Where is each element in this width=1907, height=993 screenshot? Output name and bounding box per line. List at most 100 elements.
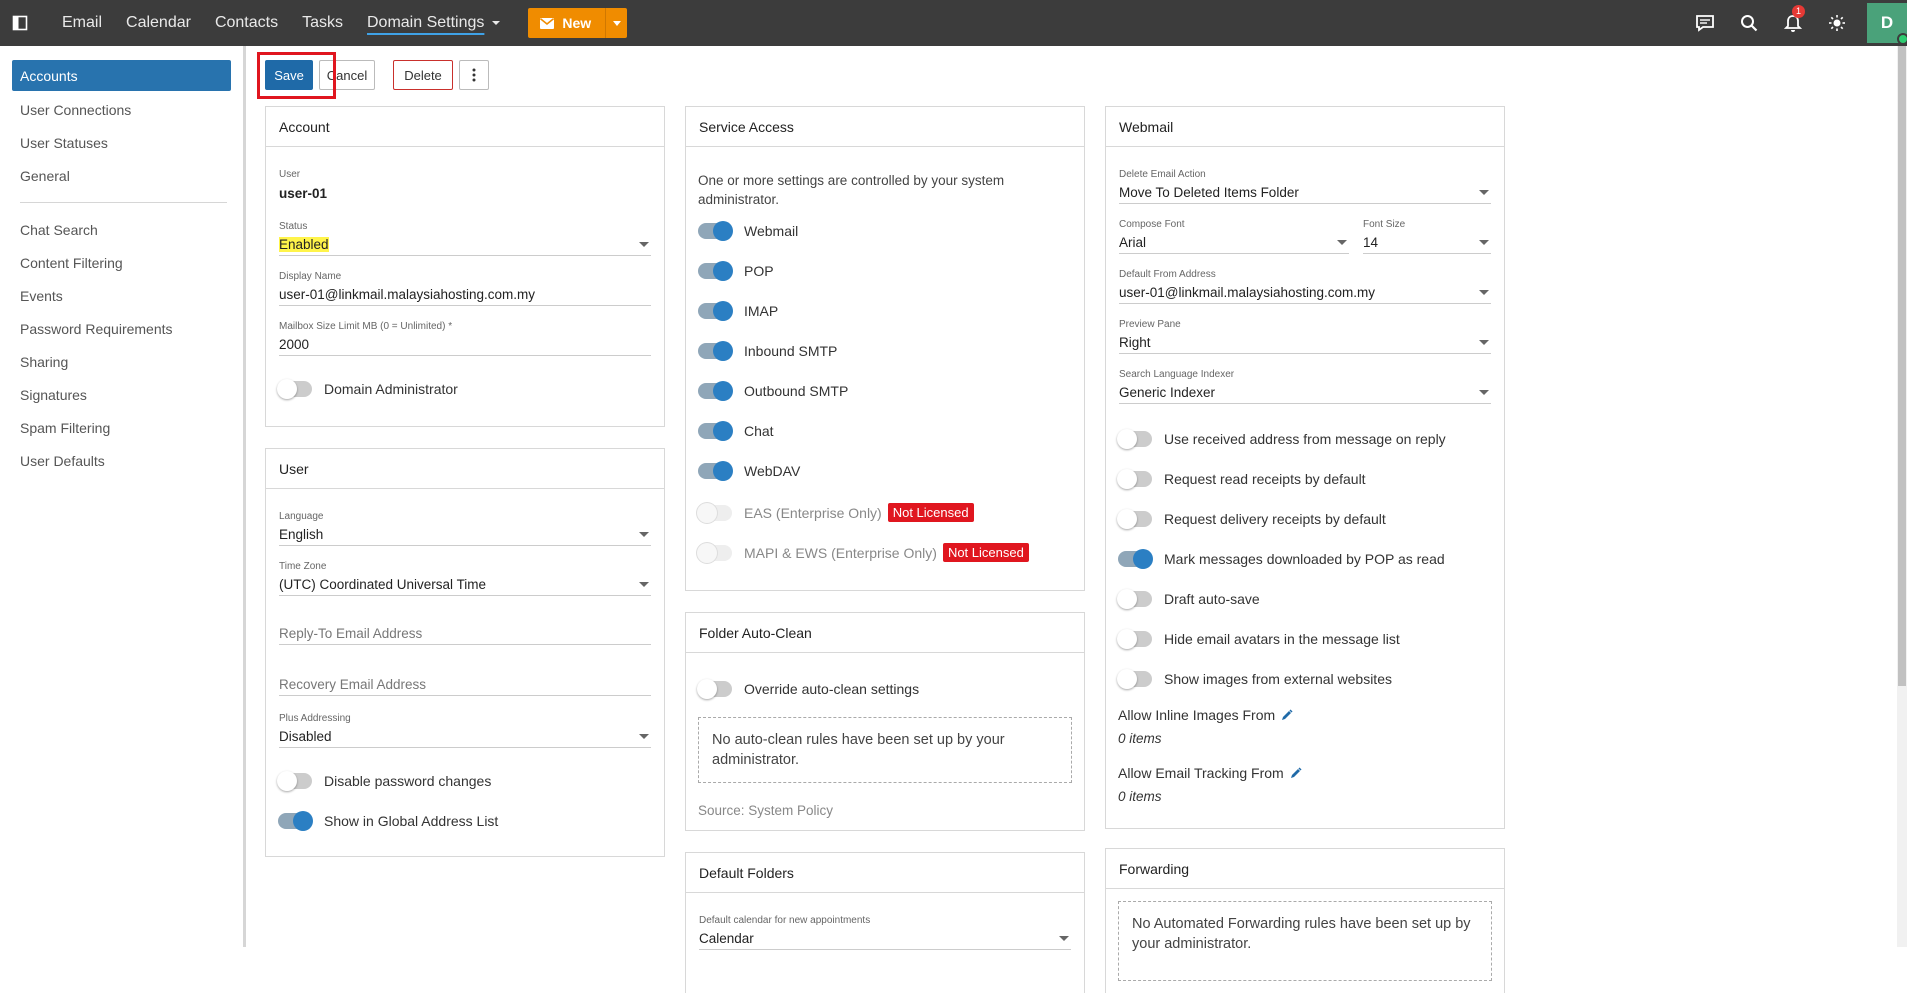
webmail-toggle-row[interactable]: Mark messages downloaded by POP as read [1118,549,1445,569]
recovery-email-input[interactable]: Recovery Email Address [279,674,651,696]
timezone-field[interactable]: Time Zone (UTC) Coordinated Universal Ti… [279,561,651,596]
sidebar-item-user-statuses[interactable]: User Statuses [12,126,231,159]
display-name-input[interactable]: user-01@linkmail.malaysiahosting.com.my [279,284,651,306]
default-from-select[interactable]: user-01@linkmail.malaysiahosting.com.my [1119,282,1491,304]
service-row-imap[interactable]: IMAP [698,301,778,321]
imap-toggle[interactable] [698,301,733,321]
reply-to-field[interactable]: Reply-To Email Address [279,623,651,645]
mailbox-size-input[interactable]: 2000 [279,334,651,356]
recovery-email-field[interactable]: Recovery Email Address [279,674,651,696]
service-row-chat[interactable]: Chat [698,421,774,441]
sidebar-item-general[interactable]: General [12,159,231,192]
pop-mark-read-toggle[interactable] [1118,549,1153,569]
scrollbar-thumb[interactable] [1898,46,1906,686]
external-images-toggle[interactable] [1117,669,1152,689]
page-scrollbar[interactable] [1897,46,1907,947]
compose-font-select[interactable]: Arial [1119,232,1349,254]
default-calendar-field[interactable]: Default calendar for new appointments Ca… [699,915,1071,950]
webmail-toggle-row[interactable]: Request read receipts by default [1117,469,1366,489]
status-select[interactable]: Enabled [279,234,651,256]
domain-admin-toggle[interactable] [277,379,312,399]
language-select[interactable]: English [279,524,651,546]
nav-calendar[interactable]: Calendar [114,0,203,46]
service-row-outbound-smtp[interactable]: Outbound SMTP [698,381,848,401]
new-dropdown-button[interactable] [605,8,627,38]
font-size-field[interactable]: Font Size 14 [1363,219,1491,254]
sidebar-item-spam-filtering[interactable]: Spam Filtering [12,411,231,444]
display-name-field[interactable]: Display Name user-01@linkmail.malaysiaho… [279,271,651,306]
sidebar-item-chat-search[interactable]: Chat Search [12,213,231,246]
sidebar-item-password-requirements[interactable]: Password Requirements [12,312,231,345]
webmail-toggle-row[interactable]: Request delivery receipts by default [1117,509,1386,529]
notifications-bell-icon[interactable]: 1 [1771,0,1815,46]
sidebar-toggle-icon[interactable] [0,0,40,46]
show-gal-toggle[interactable] [278,811,313,831]
domain-admin-label: Domain Administrator [324,381,458,397]
default-from-field[interactable]: Default From Address user-01@linkmail.ma… [1119,269,1491,304]
webmail-toggle[interactable] [698,221,733,241]
chat-icon[interactable] [1683,0,1727,46]
service-row-pop[interactable]: POP [698,261,774,281]
sidebar-item-signatures[interactable]: Signatures [12,378,231,411]
sidebar-item-accounts[interactable]: Accounts [12,60,231,91]
delete-button[interactable]: Delete [393,60,453,90]
nav-tasks[interactable]: Tasks [290,0,355,46]
delete-action-select[interactable]: Move To Deleted Items Folder [1119,182,1491,204]
chat-toggle[interactable] [698,421,733,441]
sidebar-item-events[interactable]: Events [12,279,231,312]
default-folders-card: Default Folders Default calendar for new… [685,852,1085,993]
override-auto-clean-row[interactable]: Override auto-clean settings [697,679,919,699]
delete-action-field[interactable]: Delete Email Action Move To Deleted Item… [1119,169,1491,204]
timezone-select[interactable]: (UTC) Coordinated Universal Time [279,574,651,596]
theme-sun-icon[interactable] [1815,0,1859,46]
pencil-edit-icon[interactable] [1281,709,1293,721]
language-field[interactable]: Language English [279,511,651,546]
preview-pane-field[interactable]: Preview Pane Right [1119,319,1491,354]
inbound-smtp-toggle[interactable] [698,341,733,361]
more-options-button[interactable] [459,60,489,90]
plus-addressing-field[interactable]: Plus Addressing Disabled [279,713,651,748]
service-row-webmail[interactable]: Webmail [698,221,798,241]
disable-password-toggle[interactable] [277,771,312,791]
sidebar-item-content-filtering[interactable]: Content Filtering [12,246,231,279]
search-indexer-select[interactable]: Generic Indexer [1119,382,1491,404]
status-field[interactable]: Status Enabled [279,221,651,256]
domain-admin-toggle-row[interactable]: Domain Administrator [277,379,458,399]
webmail-toggle-row[interactable]: Draft auto-save [1117,589,1260,609]
outbound-smtp-toggle[interactable] [698,381,733,401]
pencil-edit-icon[interactable] [1290,767,1302,779]
service-row-webdav[interactable]: WebDAV [698,461,800,481]
draft-autosave-toggle[interactable] [1117,589,1152,609]
nav-domain-settings[interactable]: Domain Settings [355,0,512,46]
new-button[interactable]: New [528,8,628,38]
mailbox-size-field[interactable]: Mailbox Size Limit MB (0 = Unlimited) * … [279,321,651,356]
webmail-toggle-row[interactable]: Hide email avatars in the message list [1117,629,1400,649]
override-auto-clean-toggle[interactable] [697,679,732,699]
pop-toggle[interactable] [698,261,733,281]
webdav-toggle[interactable] [698,461,733,481]
sidebar-item-user-defaults[interactable]: User Defaults [12,444,231,477]
webmail-toggle-row[interactable]: Use received address from message on rep… [1117,429,1446,449]
new-button-main[interactable]: New [528,8,605,38]
disable-password-row[interactable]: Disable password changes [277,771,491,791]
search-indexer-field[interactable]: Search Language Indexer Generic Indexer [1119,369,1491,404]
webmail-toggle-row[interactable]: Show images from external websites [1117,669,1392,689]
nav-email[interactable]: Email [50,0,114,46]
sidebar-item-sharing[interactable]: Sharing [12,345,231,378]
user-avatar[interactable]: D [1867,3,1907,45]
reply-to-input[interactable]: Reply-To Email Address [279,623,651,645]
service-row-inbound-smtp[interactable]: Inbound SMTP [698,341,837,361]
nav-contacts[interactable]: Contacts [203,0,290,46]
preview-pane-select[interactable]: Right [1119,332,1491,354]
use-received-address-toggle[interactable] [1117,429,1152,449]
delivery-receipts-toggle[interactable] [1117,509,1152,529]
plus-addressing-select[interactable]: Disabled [279,726,651,748]
read-receipts-toggle[interactable] [1117,469,1152,489]
chevron-down-icon [1479,390,1489,395]
compose-font-field[interactable]: Compose Font Arial [1119,219,1349,254]
hide-avatars-toggle[interactable] [1117,629,1152,649]
search-icon[interactable] [1727,0,1771,46]
sidebar-item-user-connections[interactable]: User Connections [12,93,231,126]
font-size-select[interactable]: 14 [1363,232,1491,254]
show-gal-row[interactable]: Show in Global Address List [278,811,498,831]
